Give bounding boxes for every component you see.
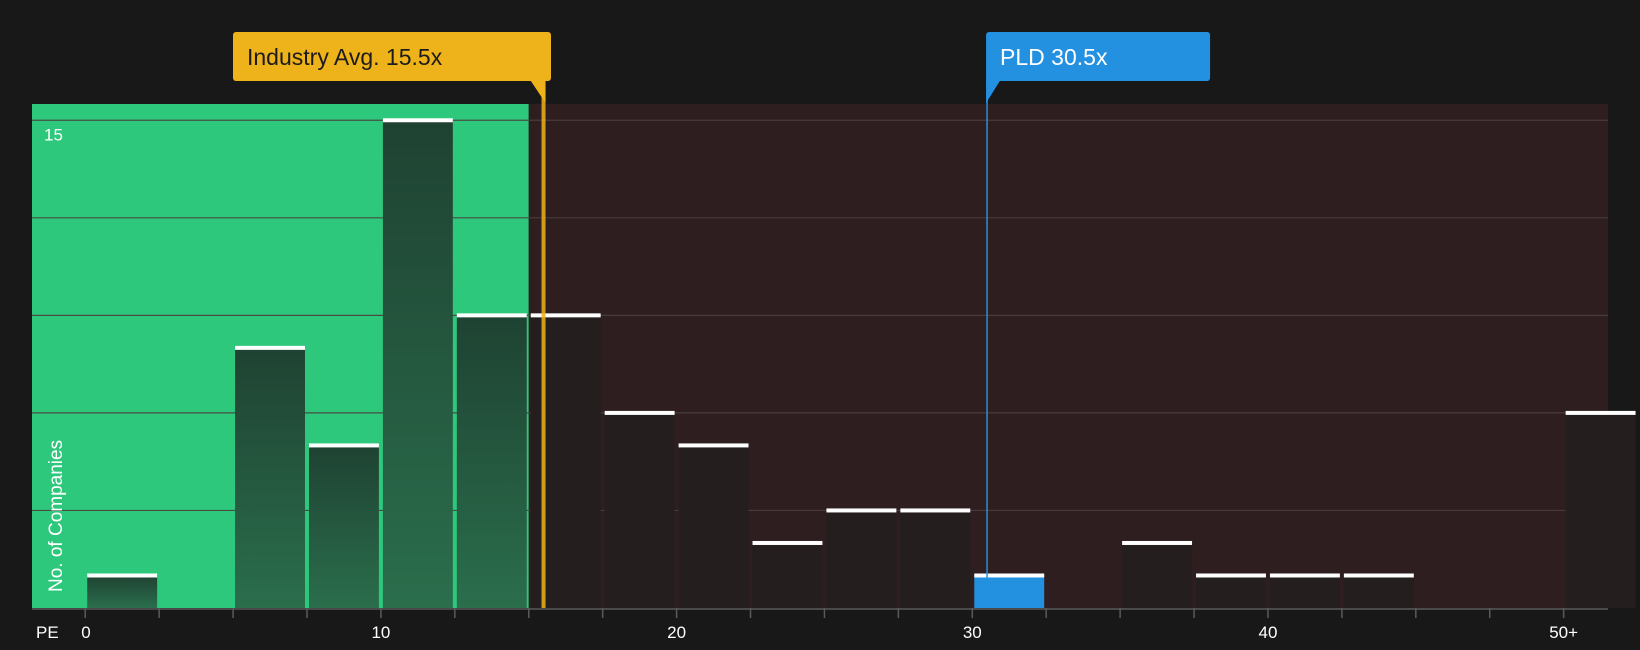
x-axis-label: PE — [36, 623, 59, 642]
x-tick-label: 30 — [963, 623, 982, 642]
bar-cap — [1122, 540, 1193, 545]
callout-label: PLD 30.5x — [1000, 44, 1108, 70]
callout-pointer — [986, 79, 1002, 103]
bar-cap — [604, 410, 675, 415]
y-axis-label: No. of Companies — [46, 440, 67, 592]
histogram-bar — [235, 347, 305, 608]
bar-cap — [382, 118, 453, 123]
x-tick-label: 20 — [667, 623, 686, 642]
x-tick-label: 50+ — [1549, 623, 1578, 642]
histogram-bar — [752, 542, 823, 608]
histogram-bar — [1196, 575, 1266, 608]
bar-cap — [1343, 573, 1414, 578]
histogram-bar — [826, 510, 897, 608]
histogram-bar — [530, 315, 601, 608]
bar-cap — [235, 345, 305, 350]
bar-cap — [752, 540, 823, 545]
histogram-bar — [1269, 575, 1340, 608]
bar-cap — [678, 443, 749, 448]
histogram-bar — [678, 445, 749, 608]
bar-cap — [530, 313, 601, 318]
bar-cap — [1269, 573, 1340, 578]
bar-cap — [87, 573, 158, 578]
x-tick-label: 10 — [371, 623, 390, 642]
histogram-bar — [87, 575, 158, 608]
histogram-bar — [456, 315, 527, 608]
bar-cap — [900, 508, 971, 513]
histogram-bar — [308, 445, 379, 608]
bar-cap — [826, 508, 897, 513]
histogram-bar — [382, 120, 453, 609]
callout-label: Industry Avg. 15.5x — [247, 44, 443, 70]
bar-cap — [1196, 573, 1266, 578]
histogram-bar — [1343, 575, 1414, 608]
pe-histogram-chart: 0 10 20 30 40 50+ 15 Industry Avg. 15.5x PLD 30… — [32, 32, 1636, 642]
bar-cap — [1565, 410, 1636, 415]
bar-cap — [456, 313, 527, 318]
histogram-bar — [1565, 412, 1636, 608]
x-tick-label: 0 — [81, 623, 90, 642]
histogram-bar — [604, 412, 675, 608]
histogram-bar — [1122, 542, 1193, 608]
x-tick-label: 40 — [1259, 623, 1278, 642]
y-tick-label: 15 — [44, 125, 63, 144]
histogram-bar — [974, 575, 1045, 608]
bar-cap — [308, 443, 379, 448]
bar-cap — [974, 573, 1045, 578]
histogram-bar — [900, 510, 971, 608]
